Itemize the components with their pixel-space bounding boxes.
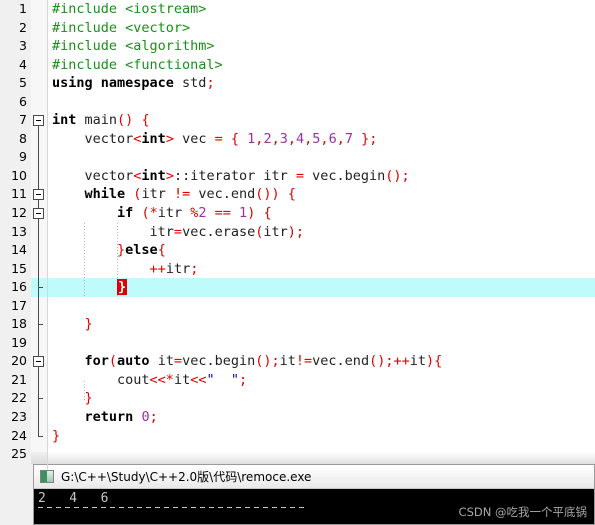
fold-column[interactable] xyxy=(31,241,48,260)
code-text: int main() { xyxy=(52,112,150,129)
line-number: 10 xyxy=(0,166,31,186)
code-line[interactable]: 2 #include <vector> xyxy=(0,18,595,38)
line-number: 2 xyxy=(0,18,31,38)
line-number: 5 xyxy=(0,74,31,93)
fold-guide-line xyxy=(38,370,39,390)
code-text: #include <vector> xyxy=(52,19,191,36)
fold-column[interactable] xyxy=(31,352,48,371)
line-number: 20 xyxy=(0,352,31,371)
line-number: 7 xyxy=(0,111,31,130)
code-line[interactable]: 6 xyxy=(0,92,595,112)
line-number: 4 xyxy=(0,55,31,75)
line-number: 9 xyxy=(0,148,31,167)
console-separator xyxy=(38,507,308,508)
line-number: 24 xyxy=(0,426,31,446)
line-number: 18 xyxy=(0,315,31,334)
fold-column[interactable] xyxy=(31,19,48,38)
fold-guide-line xyxy=(38,222,39,242)
fold-column[interactable] xyxy=(31,111,48,130)
fold-column[interactable] xyxy=(31,296,48,316)
code-text: #include <iostream> xyxy=(52,1,207,17)
fold-column[interactable] xyxy=(31,278,48,297)
code-editor[interactable]: 1 #include <iostream> 2 #include <vector… xyxy=(0,0,595,470)
fold-column[interactable] xyxy=(31,74,48,93)
fold-guide-line xyxy=(38,296,39,316)
line-number: 6 xyxy=(0,92,31,112)
fold-guide-line xyxy=(38,148,39,167)
fold-column[interactable] xyxy=(31,56,48,75)
fold-column[interactable] xyxy=(31,426,48,446)
screenshot-root: 1 #include <iostream> 2 #include <vector… xyxy=(0,0,595,525)
line-number: 22 xyxy=(0,389,31,409)
fold-column[interactable] xyxy=(31,445,48,464)
console-app-icon xyxy=(40,470,54,483)
line-number: 1 xyxy=(0,0,31,19)
code-text: #include <algorithm> xyxy=(52,38,215,55)
fold-column[interactable] xyxy=(31,315,48,334)
fold-column[interactable] xyxy=(31,148,48,167)
code-line[interactable]: 7 int main() { xyxy=(0,111,595,130)
bracket-match-highlight: } xyxy=(117,279,128,296)
fold-end-marker xyxy=(38,435,43,437)
fold-column[interactable] xyxy=(31,37,48,56)
line-number: 19 xyxy=(0,333,31,353)
console-title-text: G:\C++\Study\C++2.0版\代码\remoce.exe xyxy=(61,470,312,484)
fold-guide-line xyxy=(38,259,39,279)
code-lines[interactable]: 1 #include <iostream> 2 #include <vector… xyxy=(0,0,595,464)
code-line[interactable]: 1 #include <iostream> xyxy=(0,0,595,19)
line-number: 25 xyxy=(0,445,31,464)
fold-column[interactable] xyxy=(31,222,48,242)
line-number: 13 xyxy=(0,222,31,242)
watermark: CSDN @吃我一个平底锅 xyxy=(458,505,587,519)
line-number: 8 xyxy=(0,129,31,149)
line-number: 11 xyxy=(0,185,31,205)
fold-column[interactable] xyxy=(31,185,48,205)
fold-column[interactable] xyxy=(31,204,48,223)
fold-column[interactable] xyxy=(31,166,48,186)
fold-guide-line xyxy=(38,333,39,353)
fold-column[interactable] xyxy=(31,129,48,149)
line-number: 23 xyxy=(0,408,31,427)
fold-column[interactable] xyxy=(31,370,48,390)
fold-toggle-icon[interactable] xyxy=(33,356,44,368)
line-number: 15 xyxy=(0,259,31,279)
fold-column[interactable] xyxy=(31,389,48,409)
code-text: using namespace std; xyxy=(52,75,215,92)
fold-guide-line xyxy=(38,408,39,427)
fold-guide-line xyxy=(38,166,39,186)
editor-left-strip xyxy=(0,464,33,525)
fold-column[interactable] xyxy=(31,0,48,19)
line-number: 12 xyxy=(0,204,31,223)
console-title-bar[interactable]: G:\C++\Study\C++2.0版\代码\remoce.exe xyxy=(34,465,594,489)
code-line[interactable]: 4 #include <functional> xyxy=(0,55,595,75)
line-number: 17 xyxy=(0,296,31,316)
fold-column[interactable] xyxy=(31,259,48,279)
fold-guide-line xyxy=(38,129,39,149)
fold-end-marker xyxy=(38,287,43,289)
fold-end-marker xyxy=(38,398,43,400)
line-number: 21 xyxy=(0,370,31,390)
code-line[interactable]: 5 using namespace std; xyxy=(0,74,595,93)
fold-toggle-icon[interactable] xyxy=(33,189,44,201)
fold-column[interactable] xyxy=(31,333,48,353)
line-number: 3 xyxy=(0,37,31,56)
code-line[interactable]: 3 #include <algorithm> xyxy=(0,37,595,56)
code-text: #include <functional> xyxy=(52,56,223,73)
fold-toggle-icon[interactable] xyxy=(33,208,44,220)
line-number: 14 xyxy=(0,241,31,260)
fold-column[interactable] xyxy=(31,93,48,112)
line-number: 16 xyxy=(0,278,31,297)
fold-guide-line xyxy=(38,241,39,260)
fold-toggle-icon[interactable] xyxy=(33,115,44,127)
fold-column[interactable] xyxy=(31,408,48,427)
fold-end-marker xyxy=(38,324,43,326)
